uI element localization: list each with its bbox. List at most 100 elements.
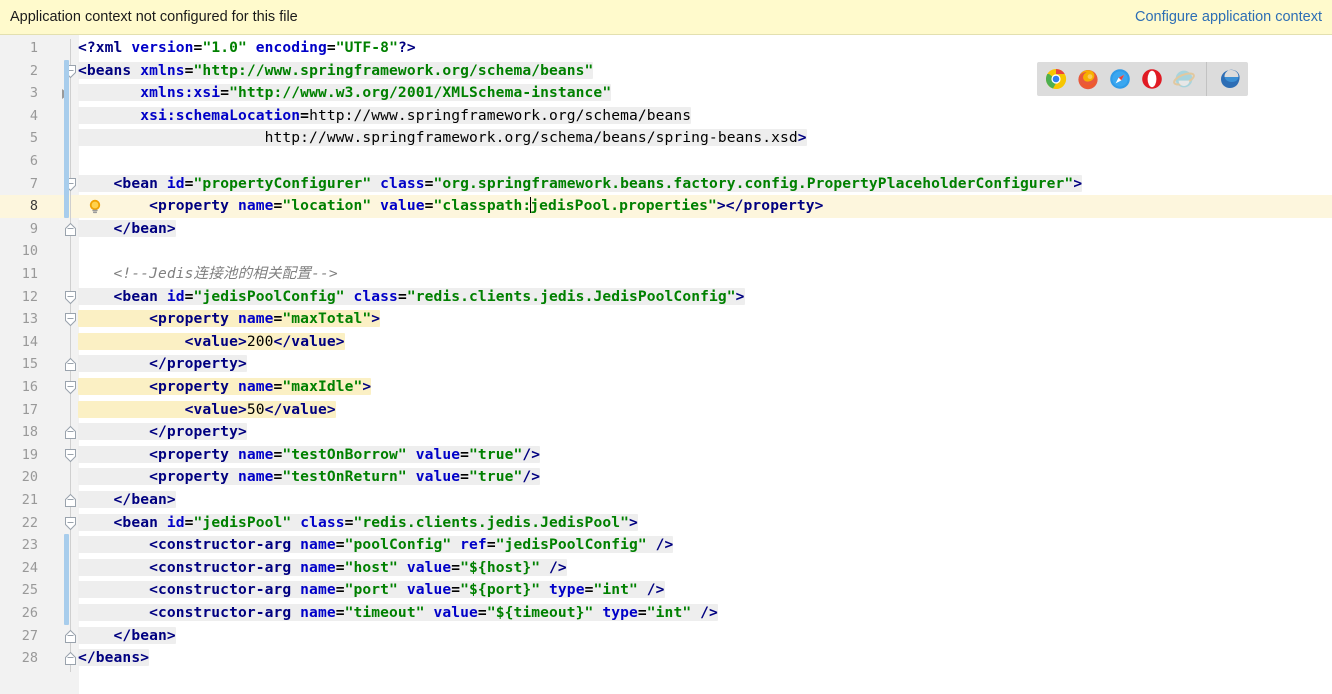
code-text[interactable]: <property name="location" value="classpa… xyxy=(78,195,824,218)
code-text[interactable]: </property> xyxy=(78,421,247,444)
banner-message: Application context not configured for t… xyxy=(10,9,298,25)
code-line[interactable]: 21 </bean> xyxy=(0,489,1332,512)
code-text[interactable]: <bean id="jedisPool" class="redis.client… xyxy=(78,512,638,535)
line-number: 13 xyxy=(21,311,38,328)
browser-popup-separator xyxy=(1206,62,1207,96)
code-text[interactable]: <property name="maxTotal"> xyxy=(78,308,381,331)
code-text[interactable]: </beans> xyxy=(78,647,150,670)
line-number: 12 xyxy=(21,288,38,305)
code-text[interactable]: <property name="testOnReturn" value="tru… xyxy=(78,466,541,489)
code-line[interactable]: 5 http://www.springframework.org/schema/… xyxy=(0,127,1332,150)
code-line[interactable]: 10 xyxy=(0,240,1332,263)
code-line[interactable]: 4 xsi:schemaLocation=http://www.springfr… xyxy=(0,105,1332,128)
code-text[interactable]: xsi:schemaLocation=http://www.springfram… xyxy=(78,105,692,128)
code-line[interactable]: 12 <bean id="jedisPoolConfig" class="red… xyxy=(0,286,1332,309)
code-line[interactable]: 19 <property name="testOnBorrow" value="… xyxy=(0,444,1332,467)
code-text[interactable]: <property name="testOnBorrow" value="tru… xyxy=(78,444,541,467)
code-line[interactable]: 27 </bean> xyxy=(0,625,1332,648)
fold-end-icon[interactable] xyxy=(63,651,78,666)
code-line[interactable]: 25 <constructor-arg name="port" value="$… xyxy=(0,579,1332,602)
line-number: 3 xyxy=(29,85,38,102)
line-number: 1 xyxy=(29,40,38,56)
code-text[interactable]: <beans xmlns="http://www.springframework… xyxy=(78,60,594,83)
code-text[interactable]: <constructor-arg name="port" value="${po… xyxy=(78,579,665,602)
code-text[interactable]: <bean id="jedisPoolConfig" class="redis.… xyxy=(78,286,745,309)
fold-collapse-icon[interactable] xyxy=(63,380,78,395)
line-number: 18 xyxy=(21,424,38,441)
line-number: 5 xyxy=(29,130,38,147)
line-number: 24 xyxy=(21,559,38,576)
code-line[interactable]: 7 <bean id="propertyConfigurer" class="o… xyxy=(0,173,1332,196)
code-line[interactable]: 16 <property name="maxIdle"> xyxy=(0,376,1332,399)
code-line[interactable]: 6 xyxy=(0,150,1332,173)
code-line[interactable]: 23 <constructor-arg name="poolConfig" re… xyxy=(0,534,1332,557)
line-number: 27 xyxy=(21,627,38,644)
code-text[interactable]: </property> xyxy=(78,353,247,376)
opera-icon[interactable] xyxy=(1140,68,1163,91)
xml-code-editor[interactable]: 1 <?xml version="1.0" encoding="UTF-8"?> 2… xyxy=(0,35,1332,694)
chrome-icon[interactable] xyxy=(1044,68,1067,91)
fold-end-icon[interactable] xyxy=(63,357,78,372)
firefox-icon[interactable] xyxy=(1076,68,1099,91)
line-number: 16 xyxy=(21,379,38,395)
intention-bulb-icon[interactable] xyxy=(86,198,104,216)
code-line[interactable]: 13 <property name="maxTotal"> xyxy=(0,308,1332,331)
code-text[interactable]: http://www.springframework.org/schema/be… xyxy=(78,127,807,150)
code-text[interactable]: </bean> xyxy=(78,218,176,241)
code-text[interactable]: xmlns:xsi="http://www.w3.org/2001/XMLSch… xyxy=(78,82,612,105)
code-line[interactable]: 26 <constructor-arg name="timeout" value… xyxy=(0,602,1332,625)
configure-application-context-link[interactable]: Configure application context xyxy=(1135,9,1324,25)
application-context-banner: Application context not configured for t… xyxy=(0,0,1332,35)
fold-collapse-icon[interactable] xyxy=(63,448,78,463)
fold-collapse-icon[interactable] xyxy=(63,290,78,305)
vcs-change-marker[interactable] xyxy=(64,59,69,218)
text-caret xyxy=(530,197,532,214)
code-text[interactable]: <!--Jedis连接池的相关配置--> xyxy=(78,263,338,286)
code-text[interactable]: <value>50</value> xyxy=(78,399,336,422)
fold-end-icon[interactable] xyxy=(63,425,78,440)
fold-collapse-icon[interactable] xyxy=(63,312,78,327)
line-number: 23 xyxy=(21,537,38,554)
code-line[interactable]: 8 <property name="location" value="class… xyxy=(0,195,1332,218)
code-line[interactable]: 20 <property name="testOnReturn" value="… xyxy=(0,466,1332,489)
vcs-change-marker[interactable] xyxy=(64,534,69,625)
code-text[interactable]: </bean> xyxy=(78,625,176,648)
line-number: 6 xyxy=(29,153,38,169)
code-text[interactable]: <value>200</value> xyxy=(78,331,345,354)
code-text[interactable]: <constructor-arg name="host" value="${ho… xyxy=(78,557,567,580)
code-line[interactable]: 14 <value>200</value> xyxy=(0,331,1332,354)
code-line[interactable]: 15 </property> xyxy=(0,353,1332,376)
fold-end-icon[interactable] xyxy=(63,493,78,508)
line-number: 26 xyxy=(21,605,38,621)
code-line[interactable]: 24 <constructor-arg name="host" value="$… xyxy=(0,557,1332,580)
line-number: 7 xyxy=(29,175,38,192)
line-number: 22 xyxy=(21,514,38,531)
code-text[interactable]: </bean> xyxy=(78,489,176,512)
line-number: 2 xyxy=(29,62,38,79)
code-line[interactable]: 1 <?xml version="1.0" encoding="UTF-8"?> xyxy=(0,37,1332,60)
fold-collapse-icon[interactable] xyxy=(63,516,78,531)
line-number: 4 xyxy=(29,107,38,124)
fold-end-icon[interactable] xyxy=(63,222,78,237)
fold-spine xyxy=(70,39,71,672)
line-number: 10 xyxy=(21,243,38,260)
code-line[interactable]: 17 <value>50</value> xyxy=(0,399,1332,422)
code-line[interactable]: 18 </property> xyxy=(0,421,1332,444)
browser-launcher-popup[interactable] xyxy=(1037,62,1248,96)
code-text[interactable]: <constructor-arg name="timeout" value="$… xyxy=(78,602,718,625)
code-text[interactable]: <constructor-arg name="poolConfig" ref="… xyxy=(78,534,674,557)
code-line[interactable]: 11 <!--Jedis连接池的相关配置--> xyxy=(0,263,1332,286)
ie-icon[interactable] xyxy=(1172,68,1195,91)
line-number: 11 xyxy=(21,266,38,282)
code-line[interactable]: 28 </beans> xyxy=(0,647,1332,670)
line-number: 8 xyxy=(29,198,38,215)
fold-end-icon[interactable] xyxy=(63,629,78,644)
code-text[interactable]: <?xml version="1.0" encoding="UTF-8"?> xyxy=(78,37,416,60)
code-text[interactable]: <bean id="propertyConfigurer" class="org… xyxy=(78,173,1083,196)
safari-icon[interactable] xyxy=(1108,68,1131,91)
code-line[interactable]: 9 </bean> xyxy=(0,218,1332,241)
edge-icon[interactable] xyxy=(1218,68,1241,91)
code-text[interactable]: <property name="maxIdle"> xyxy=(78,376,372,399)
code-line[interactable]: 22 <bean id="jedisPool" class="redis.cli… xyxy=(0,512,1332,535)
line-number: 20 xyxy=(21,469,38,486)
